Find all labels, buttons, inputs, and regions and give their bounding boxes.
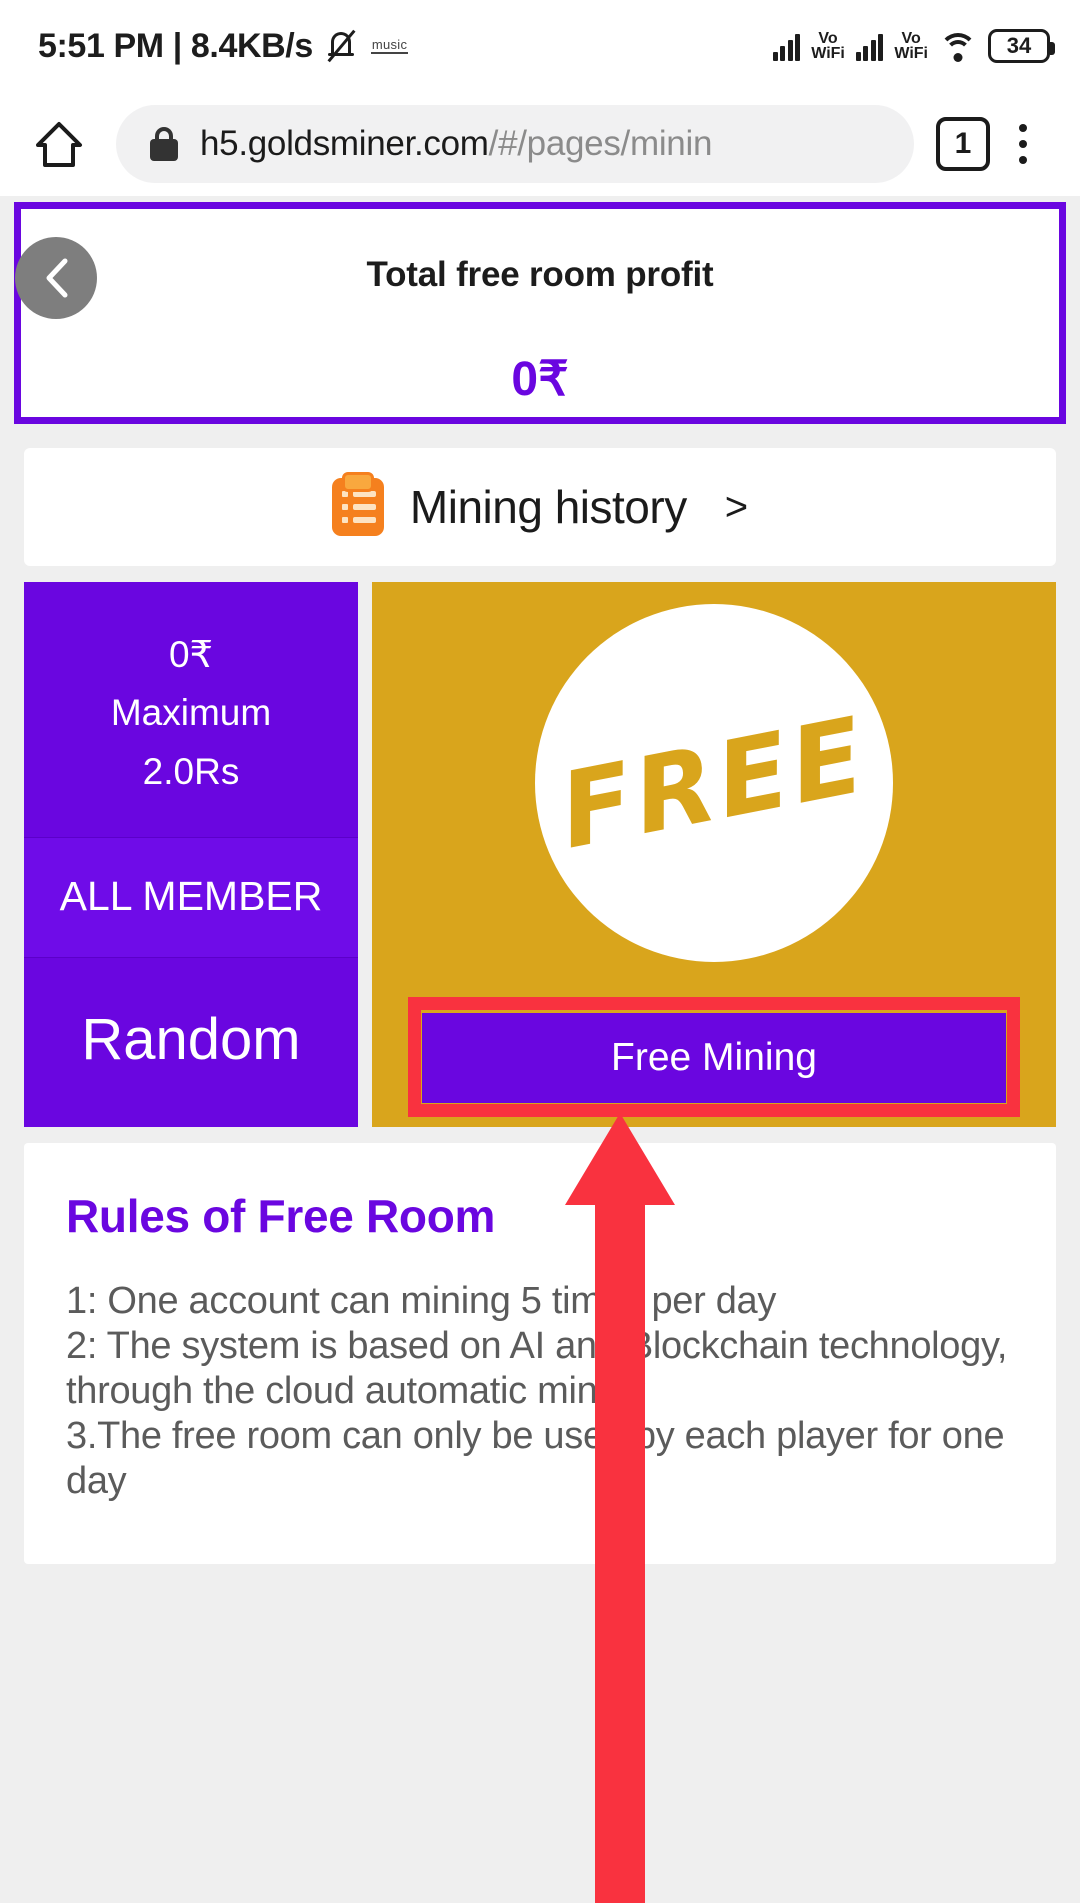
url-text: h5.goldsminer.com/#/pages/minin	[200, 124, 712, 164]
room-maximum-value: 2.0Rs	[142, 750, 240, 792]
status-bar-right: Vo WiFi Vo WiFi 34	[772, 29, 1055, 63]
room-member-label: ALL MEMBER	[24, 837, 358, 959]
rule-line-1: 1: One account can mining 5 times per da…	[66, 1280, 777, 1323]
status-bar-left: 5:51 PM | 8.4KB/s music	[38, 26, 409, 66]
room-info-top: 0₹ Maximum 2.0Rs	[24, 582, 358, 837]
rule-line-3: 3.The free room can only be used by each…	[66, 1414, 1005, 1502]
total-profit-title: Total free room profit	[366, 255, 714, 294]
mining-history-label: Mining history	[409, 481, 687, 533]
rule-line-2: 2: The system is based on AI and Blockch…	[66, 1325, 1008, 1413]
mining-history-row[interactable]: Mining history >	[24, 448, 1056, 566]
url-domain: h5.goldsminer.com	[200, 124, 489, 163]
wifi-icon	[939, 31, 977, 62]
free-mining-button[interactable]: Free Mining	[422, 1013, 1006, 1104]
free-badge: FREE	[535, 604, 893, 962]
free-badge-text: FREE	[550, 693, 878, 873]
chevron-right-icon: >	[724, 484, 749, 529]
room-maximum-label: Maximum	[110, 692, 272, 734]
bell-mute-icon	[325, 27, 359, 65]
room-tiles: 0₹ Maximum 2.0Rs ALL MEMBER Random FREE …	[24, 582, 1056, 1128]
page-content: Total free room profit 0₹ Mining history…	[0, 202, 1080, 1564]
total-profit-value: 0₹	[511, 353, 569, 406]
free-room-tile: FREE Free Mining	[372, 582, 1056, 1128]
battery-level: 34	[1006, 33, 1032, 58]
url-bar[interactable]: h5.goldsminer.com/#/pages/minin	[116, 105, 914, 183]
browser-toolbar: h5.goldsminer.com/#/pages/minin 1	[0, 92, 1080, 196]
status-clock: 5:51 PM | 8.4KB/s	[38, 26, 313, 65]
signal-bars-icon-2	[855, 31, 884, 61]
tab-count-button[interactable]: 1	[936, 117, 990, 171]
status-bar: 5:51 PM | 8.4KB/s music Vo WiFi Vo WiFi 34	[0, 0, 1080, 92]
kebab-menu-icon[interactable]	[990, 124, 1056, 164]
lock-icon	[150, 127, 178, 161]
rules-title: Rules of Free Room	[66, 1190, 496, 1243]
rules-card: Rules of Free Room 1: One account can mi…	[24, 1143, 1056, 1564]
room-amount: 0₹	[168, 634, 214, 675]
signal-bars-icon-1	[772, 31, 801, 61]
room-info-tile[interactable]: 0₹ Maximum 2.0Rs ALL MEMBER Random	[24, 582, 358, 1128]
clipboard-list-icon	[331, 478, 384, 536]
back-button[interactable]	[15, 237, 97, 319]
url-path: /#/pages/minin	[488, 124, 713, 163]
room-mode-label: Random	[81, 1007, 301, 1073]
vowifi-label-1: Vo WiFi	[811, 30, 845, 62]
rules-body: 1: One account can mining 5 times per da…	[66, 1279, 1014, 1503]
home-icon[interactable]	[24, 120, 94, 168]
music-icon: music	[370, 37, 409, 55]
battery-indicator: 34	[988, 29, 1055, 63]
chevron-left-icon	[46, 258, 68, 298]
vowifi-label-2: Vo WiFi	[894, 30, 928, 62]
total-profit-card: Total free room profit 0₹	[14, 202, 1066, 424]
